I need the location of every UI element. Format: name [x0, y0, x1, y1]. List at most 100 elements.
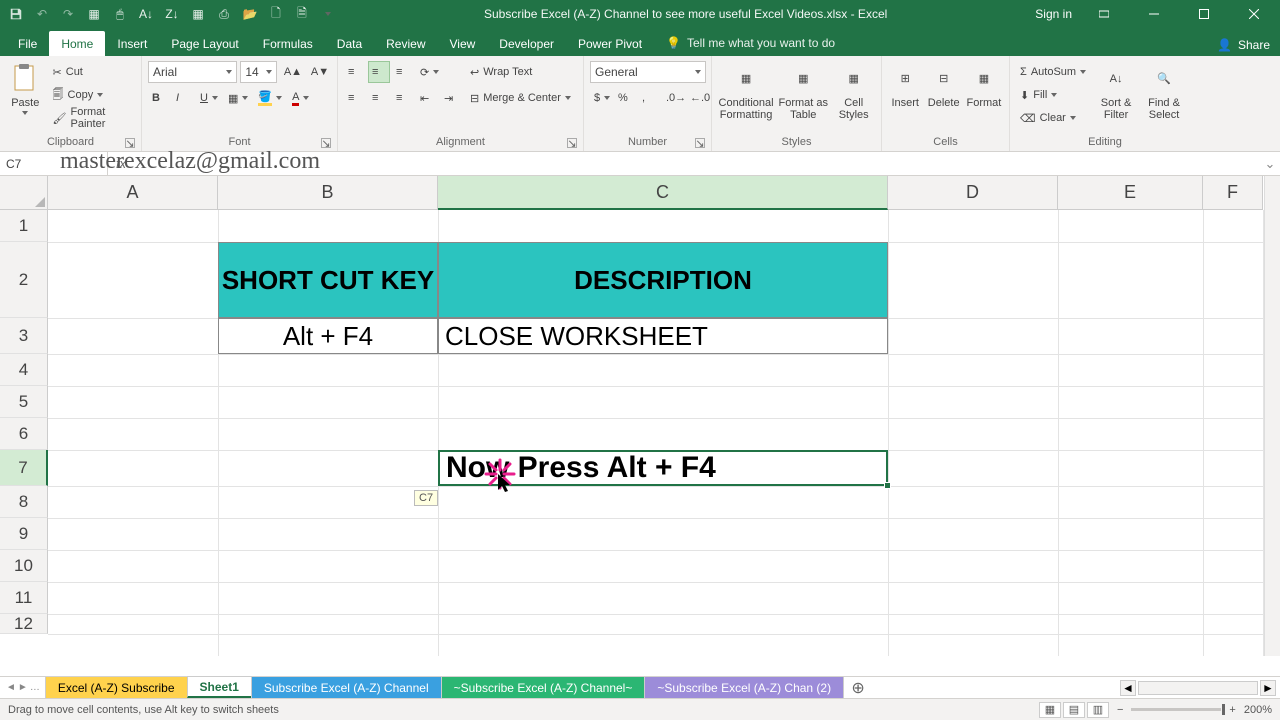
tab-data[interactable]: Data — [325, 31, 374, 56]
new-icon[interactable]: 🗋 — [268, 6, 284, 22]
print-icon[interactable]: ⎙ — [216, 6, 232, 22]
tab-file[interactable]: File — [6, 31, 49, 56]
table-cell-description[interactable]: CLOSE WORKSHEET — [438, 318, 888, 354]
orientation-button[interactable]: ⟳ — [416, 61, 443, 83]
qat-icon[interactable]: ▦ — [86, 6, 102, 22]
undo-icon[interactable]: ↶ — [34, 6, 50, 22]
share-button[interactable]: 👤 Share — [1207, 34, 1280, 56]
zoom-out-button[interactable]: − — [1117, 704, 1123, 716]
vertical-scrollbar[interactable] — [1264, 176, 1280, 656]
find-select-button[interactable]: 🔍Find & Select — [1142, 61, 1186, 121]
cut-button[interactable]: ✂Cut — [49, 61, 135, 83]
maximize-button[interactable] — [1186, 0, 1222, 28]
horizontal-scroll[interactable]: ◄► — [872, 677, 1280, 698]
tab-home[interactable]: Home — [49, 31, 105, 56]
autosum-button[interactable]: ΣAutoSum — [1016, 61, 1090, 83]
qat-more-icon[interactable] — [320, 6, 336, 22]
sheet-tab[interactable]: ~Subscribe Excel (A-Z) Channel~ — [441, 677, 646, 698]
font-size-combo[interactable]: 14 — [240, 61, 276, 83]
align-right-button[interactable]: ≡ — [392, 87, 414, 109]
preview-icon[interactable]: 🗎 — [294, 6, 310, 22]
row-header-9[interactable]: 9 — [0, 518, 48, 550]
sort-asc-icon[interactable]: A↓ — [138, 6, 154, 22]
redo-icon[interactable]: ↷ — [60, 6, 76, 22]
decrease-font-button[interactable]: A▼ — [307, 61, 331, 83]
add-sheet-button[interactable]: ⊕ — [844, 677, 872, 698]
bold-button[interactable]: B — [148, 87, 170, 109]
open-icon[interactable]: 📂 — [242, 6, 258, 22]
underline-button[interactable]: U — [196, 87, 222, 109]
tab-power-pivot[interactable]: Power Pivot — [566, 31, 654, 56]
comma-button[interactable]: , — [638, 87, 660, 109]
italic-button[interactable]: I — [172, 87, 194, 109]
border-button[interactable]: ▦ — [224, 87, 252, 109]
format-painter-button[interactable]: 🖌Format Painter — [49, 107, 135, 129]
column-header-E[interactable]: E — [1058, 176, 1203, 210]
row-header-2[interactable]: 2 — [0, 242, 48, 318]
tab-developer[interactable]: Developer — [487, 31, 566, 56]
row-header-1[interactable]: 1 — [0, 210, 48, 242]
conditional-formatting-button[interactable]: ▦Conditional Formatting — [718, 61, 774, 121]
ribbon-options-icon[interactable] — [1086, 0, 1122, 28]
select-all-corner[interactable] — [0, 176, 48, 210]
zoom-in-button[interactable]: + — [1229, 704, 1235, 716]
column-header-F[interactable]: F — [1203, 176, 1263, 210]
row-header-12[interactable]: 12 — [0, 614, 48, 634]
tell-me-search[interactable]: 💡 Tell me what you want to do — [654, 30, 847, 56]
row-header-5[interactable]: 5 — [0, 386, 48, 418]
font-color-button[interactable]: A — [288, 87, 313, 109]
currency-button[interactable]: $ — [590, 87, 612, 109]
merge-center-button[interactable]: ⊟Merge & Center — [466, 87, 596, 109]
zoom-level[interactable]: 200% — [1244, 704, 1272, 716]
align-center-button[interactable]: ≡ — [368, 87, 390, 109]
spreadsheet-grid[interactable]: ABCDEF 123456789101112 SHORT CUT KEY DES… — [0, 176, 1280, 656]
sort-filter-button[interactable]: A↓Sort & Filter — [1094, 61, 1138, 121]
column-header-B[interactable]: B — [218, 176, 438, 210]
increase-indent-button[interactable]: ⇥ — [440, 87, 462, 109]
alignment-launcher[interactable]: ↘ — [567, 138, 577, 148]
row-header-6[interactable]: 6 — [0, 418, 48, 450]
align-left-button[interactable]: ≡ — [344, 87, 366, 109]
number-launcher[interactable]: ↘ — [695, 138, 705, 148]
row-header-4[interactable]: 4 — [0, 354, 48, 386]
fill-button[interactable]: ⬇Fill — [1016, 84, 1090, 106]
tab-insert[interactable]: Insert — [105, 31, 159, 56]
close-button[interactable] — [1236, 0, 1272, 28]
fill-color-button[interactable]: 🪣 — [254, 87, 286, 109]
selection-fill-handle[interactable] — [884, 482, 891, 489]
sheet-tab[interactable]: Excel (A-Z) Subscribe — [45, 677, 188, 698]
number-format-combo[interactable]: General — [590, 61, 706, 83]
wrap-text-button[interactable]: ↩Wrap Text — [466, 61, 576, 83]
view-buttons[interactable]: ▦▤▥ — [1039, 702, 1109, 718]
clipboard-launcher[interactable]: ↘ — [125, 138, 135, 148]
row-header-3[interactable]: 3 — [0, 318, 48, 354]
column-header-A[interactable]: A — [48, 176, 218, 210]
column-header-C[interactable]: C — [438, 176, 888, 210]
tab-view[interactable]: View — [438, 31, 488, 56]
font-name-combo[interactable]: Arial — [148, 61, 237, 83]
touch-mode-icon[interactable]: 🖱 — [112, 6, 128, 22]
save-icon[interactable] — [8, 6, 24, 22]
format-cells-button[interactable]: ▦Format — [965, 61, 1003, 109]
zoom-slider[interactable] — [1131, 708, 1221, 711]
decrease-indent-button[interactable]: ⇤ — [416, 87, 438, 109]
sign-in-link[interactable]: Sign in — [1035, 7, 1072, 21]
increase-decimal-button[interactable]: .0→ — [662, 87, 684, 109]
font-launcher[interactable]: ↘ — [321, 138, 331, 148]
align-bottom-button[interactable]: ≡ — [392, 61, 414, 83]
row-header-11[interactable]: 11 — [0, 582, 48, 614]
row-header-8[interactable]: 8 — [0, 486, 48, 518]
sheet-tab[interactable]: ~Subscribe Excel (A-Z) Chan (2) — [644, 677, 844, 698]
copy-button[interactable]: 🗐Copy — [49, 84, 135, 106]
tab-page-layout[interactable]: Page Layout — [159, 31, 250, 56]
format-as-table-button[interactable]: ▦Format as Table — [778, 61, 828, 121]
paste-button[interactable]: Paste — [6, 61, 45, 115]
percent-button[interactable]: % — [614, 87, 636, 109]
table-cell-shortcut[interactable]: Alt + F4 — [218, 318, 438, 354]
sheet-tab[interactable]: Subscribe Excel (A-Z) Channel — [251, 677, 442, 698]
decrease-decimal-button[interactable]: ←.0 — [686, 87, 708, 109]
sheet-tab[interactable]: Sheet1 — [187, 676, 252, 698]
expand-formula-bar[interactable]: ⌄ — [1260, 156, 1280, 172]
delete-cells-button[interactable]: ⊟Delete — [926, 61, 960, 109]
filter-icon[interactable]: ▦ — [190, 6, 206, 22]
